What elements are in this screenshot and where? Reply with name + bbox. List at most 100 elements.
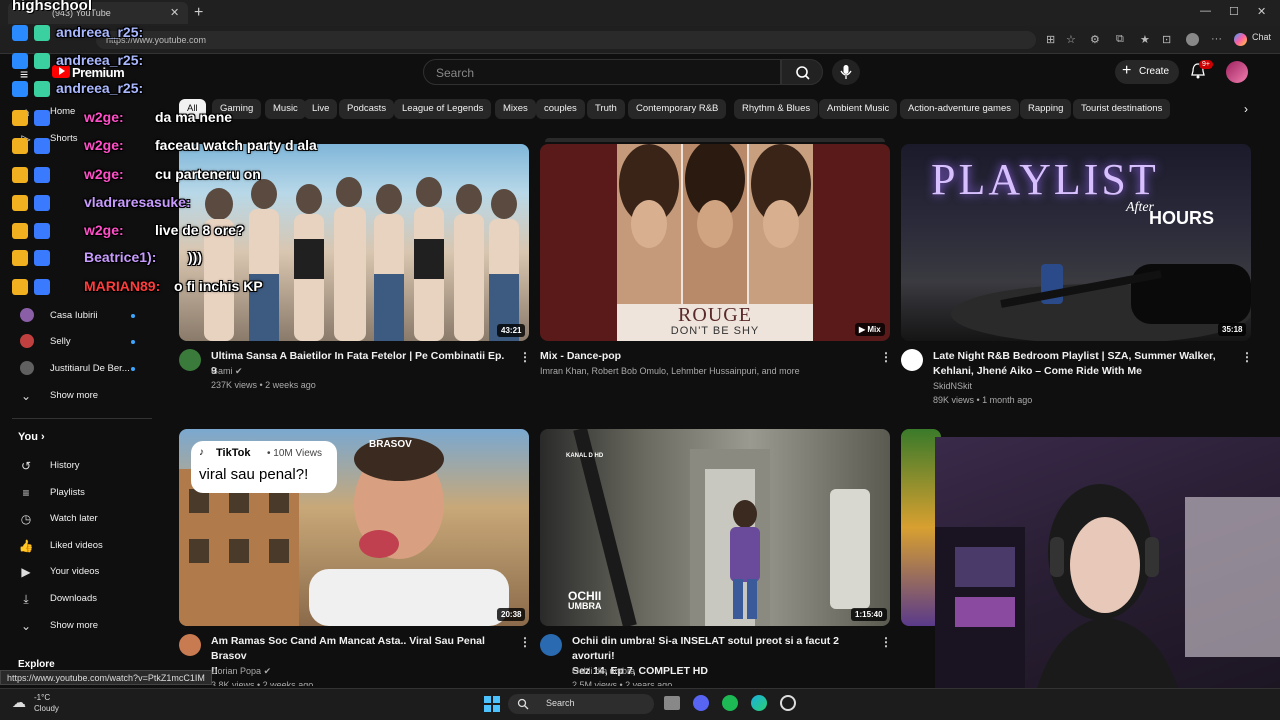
brasov-sign: BRASOV [369,439,412,450]
search-input[interactable]: Search [423,59,781,85]
video-channel[interactable]: Dorian Popa ✔ [211,664,271,678]
search-button[interactable] [781,59,823,85]
copilot-chat-label[interactable]: Chat [1252,32,1271,42]
chip-truth[interactable]: Truth [587,99,625,119]
windows-start-icon[interactable] [484,696,500,712]
sidebar-sub-selly[interactable]: Selly [18,334,158,356]
split-screen-icon[interactable]: ⧉ [1116,33,1124,46]
kanal-d-logo: KANAL D HD [566,453,604,459]
chip-rhythm-blues[interactable]: Rhythm & Blues [734,99,819,119]
url-field[interactable]: https://www.youtube.com [96,31,1036,49]
cloud-weather-icon[interactable]: ☁ [12,694,26,711]
discord-icon[interactable] [693,695,709,711]
new-tab-icon[interactable]: + [194,4,203,22]
channel-avatar [20,334,34,348]
copilot-icon[interactable] [1234,33,1247,46]
thumbs-up-icon: 👍 [18,538,34,553]
taskbar-search[interactable]: Search [508,694,654,714]
sidebar-sub-justitiarul[interactable]: Justitiarul De Ber... [18,361,158,383]
weather-temperature[interactable]: -1°C [34,693,50,702]
video-channel[interactable]: Ochii din umbra [572,664,635,678]
browser-tab-bar [0,0,1280,26]
chat-message: faceau watch party d ala [155,137,317,153]
chip-rapping[interactable]: Rapping [1020,99,1072,119]
favorites-icon[interactable]: ★ [1140,33,1150,46]
more-options-icon[interactable]: ⋮ [519,635,531,649]
close-window-icon[interactable]: ✕ [1257,5,1266,18]
chat-badge-icon [34,81,50,97]
video-channel[interactable]: Gami ✔ [211,364,243,378]
chevron-down-icon: ⌄ [20,619,32,633]
video-title[interactable]: Late Night R&B Bedroom Playlist | SZA, S… [933,349,1233,379]
chat-badge-icon [34,195,50,211]
tiktok-caption: viral sau penal?! [199,466,309,483]
album-cover: ROUGE DON'T BE SHY [617,144,813,341]
chat-username: Beatrice1): [84,249,157,265]
app-install-icon[interactable]: ⊞ [1046,33,1055,46]
chevron-down-icon: ⌄ [20,389,32,403]
chip-couples[interactable]: couples [536,99,585,119]
chevron-right-icon[interactable]: › [1244,102,1248,116]
more-menu-icon[interactable]: ··· [1211,33,1222,45]
video-meta: 2.5M views • 2 years ago [572,680,673,686]
channel-avatar[interactable] [179,634,201,656]
collections-icon[interactable]: ⊡ [1162,33,1171,46]
chip-live[interactable]: Live [304,99,338,119]
chip-contemporary-r-b[interactable]: Contemporary R&B [628,99,727,119]
minimize-icon[interactable]: — [1200,5,1211,17]
sidebar-sub-casa-iubirii[interactable]: Casa Iubirii [18,308,158,330]
more-options-icon[interactable]: ⋮ [880,635,892,649]
weather-description[interactable]: Cloudy [34,704,59,713]
chat-badge-icon [12,279,28,295]
chip-league-of-legends[interactable]: League of Legends [394,99,492,119]
spotify-icon[interactable] [722,695,738,711]
chip-action-adventure-games[interactable]: Action-adventure games [900,99,1019,119]
you-section-title[interactable]: You › [18,431,45,443]
favorite-star-icon[interactable]: ☆ [1066,33,1076,46]
file-explorer-icon[interactable] [664,696,680,710]
chat-badge-icon [34,279,50,295]
video-title[interactable]: Mix - Dance-pop [540,349,870,364]
more-options-icon[interactable]: ⋮ [1241,350,1253,364]
video-thumbnail[interactable]: ♪ TikTok • 10M Views viral sau penal?! B… [179,429,529,626]
channel-avatar[interactable] [901,349,923,371]
microphone-icon [840,65,852,79]
video-thumbnail[interactable]: PLAYLIST After HOURS [901,144,1251,341]
channel-avatar[interactable] [179,349,201,371]
chat-badge-icon [34,223,50,239]
chip-tourist-destinations[interactable]: Tourist destinations [1073,99,1171,119]
play-glyph-icon [59,67,65,75]
video-title[interactable]: Ultima Sansa A Baietilor In Fata Fetelor… [211,349,511,379]
album-subtitle-text: DON'T BE SHY [670,325,760,337]
chip-ambient-music[interactable]: Ambient Music [819,99,898,119]
video-channel[interactable]: SkidNSkit [933,379,972,393]
chat-message: o fi inchis KP [174,278,263,294]
mix-badge: ▶ Mix [855,323,885,336]
chip-mixes[interactable]: Mixes [495,99,536,119]
search-icon [796,66,810,80]
tab-close-icon[interactable]: ✕ [170,6,179,19]
video-meta: 89K views • 1 month ago [933,395,1033,405]
tiktok-icon: ♪ [199,447,204,458]
chat-message: live de 8 ore? [155,222,245,238]
mix-thumbnail[interactable]: ROUGE DON'T BE SHY [540,144,890,341]
more-options-icon[interactable]: ⋮ [519,350,531,364]
explore-section-title: Explore [18,659,55,670]
profile-icon[interactable] [1186,33,1199,46]
extensions-icon[interactable]: ⚙ [1090,33,1100,46]
edge-browser-icon[interactable] [751,695,767,711]
maximize-icon[interactable]: ☐ [1229,5,1239,18]
channel-avatar[interactable] [540,634,562,656]
chat-badge-icon [34,167,50,183]
video-thumbnail[interactable]: KANAL D HD OCHII UMBRA [540,429,890,626]
mix-stack-edge [545,138,885,142]
account-avatar[interactable] [1226,61,1248,83]
obs-icon[interactable] [780,695,796,711]
chip-music[interactable]: Music [265,99,306,119]
chip-podcasts[interactable]: Podcasts [339,99,395,119]
chat-badge-icon [12,195,28,211]
video-duration: 43:21 [497,324,526,337]
voice-search-button[interactable] [832,59,860,85]
chat-message: da ma nene [155,109,233,125]
more-options-icon[interactable]: ⋮ [880,350,892,364]
